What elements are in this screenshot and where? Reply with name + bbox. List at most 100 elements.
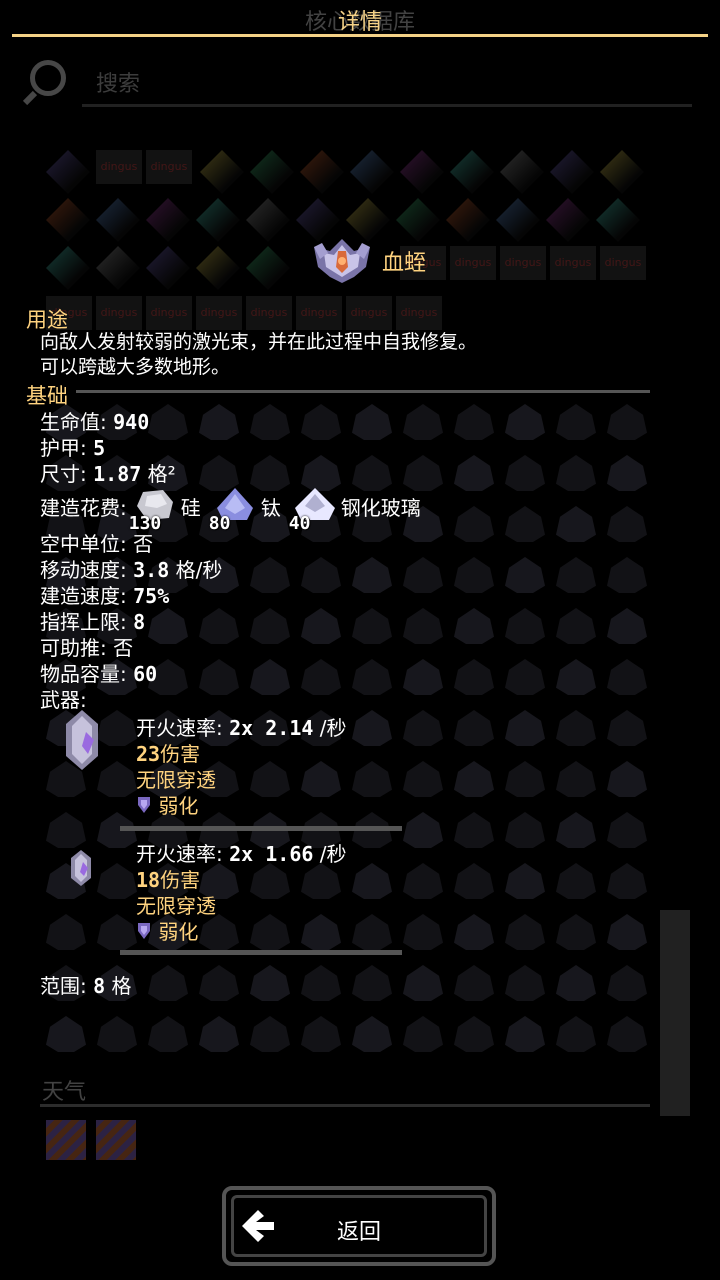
background-unit-icon	[505, 863, 545, 899]
plastanium-label: 钢化玻璃	[340, 495, 421, 520]
stat-range-label: 范围:	[40, 974, 87, 998]
build-cost-label: 建造花费:	[40, 495, 127, 520]
stat-capacity: 物品容量: 60	[40, 658, 157, 687]
weather-divider	[40, 1104, 650, 1107]
stat-build-speed: 建造速度: 75%	[40, 580, 169, 609]
silicon-label: 硅	[180, 495, 201, 520]
background-unit-icon	[148, 404, 188, 440]
stat-health-label: 生命值:	[40, 410, 107, 434]
background-unit-icon	[403, 914, 443, 950]
back-button[interactable]: 返回	[222, 1186, 496, 1266]
stat-health: 生命值: 940	[40, 406, 149, 435]
background-unit-icon	[556, 1016, 596, 1052]
weapon-2-damage-label: 伤害	[160, 868, 201, 892]
background-unit-icon	[556, 965, 596, 1001]
background-unit-icon	[556, 710, 596, 746]
stat-size-value: 1.87	[93, 462, 142, 486]
background-unit-icon	[403, 608, 443, 644]
background-unit-icon	[607, 914, 647, 950]
usage-line-2: 可以跨越大多数地形。	[40, 356, 231, 378]
missing-texture-tile: dingus	[550, 246, 596, 280]
background-unit-icon	[454, 914, 494, 950]
weapon-2-pierce: 无限穿透	[136, 894, 216, 918]
weapon-2-firerate: 开火速率: 2x 1.66 /秒	[136, 838, 347, 867]
usage-description: 向敌人发射较弱的激光束，并在此过程中自我修复。 可以跨越大多数地形。	[40, 330, 477, 380]
background-unit-icon	[199, 659, 239, 695]
stat-armor-value: 5	[93, 436, 106, 460]
background-unit-icon	[505, 1016, 545, 1052]
background-unit-icon	[607, 659, 647, 695]
background-block-icon	[596, 198, 640, 242]
weapon-1-damage: 23伤害	[136, 738, 200, 767]
stat-speed-label: 移动速度:	[40, 558, 127, 582]
weapon-1-effect-label: 弱化	[158, 794, 199, 818]
background-unit-icon	[505, 914, 545, 950]
background-unit-icon	[352, 914, 392, 950]
search-underline	[82, 104, 692, 107]
background-unit-icon	[607, 608, 647, 644]
stat-armor-label: 护甲:	[40, 436, 87, 460]
background-block-icon	[46, 246, 90, 290]
stat-build-speed-label: 建造速度:	[40, 584, 127, 608]
background-block-icon	[550, 150, 594, 194]
build-cost-row: 建造花费: 130 硅 80 钛 40 钢化玻璃	[40, 484, 427, 534]
weapon-1-damage-label: 伤害	[160, 742, 201, 766]
weapon-2-firerate-value: 2x 1.66	[229, 842, 314, 866]
background-unit-icon	[505, 812, 545, 848]
background-unit-icon	[250, 404, 290, 440]
background-block-icon	[146, 198, 190, 242]
background-unit-icon	[97, 1016, 137, 1052]
background-unit-icon	[403, 965, 443, 1001]
weapon-2-effect-label: 弱化	[158, 920, 199, 944]
background-unit-icon	[301, 608, 341, 644]
titanium-amount: 80	[208, 513, 231, 534]
stat-speed-value: 3.8	[133, 558, 170, 582]
background-unit-icon	[403, 659, 443, 695]
search-icon	[30, 60, 66, 96]
background-unit-icon	[148, 1016, 188, 1052]
background-unit-icon	[352, 965, 392, 1001]
plastanium-amount: 40	[288, 513, 311, 534]
background-block-icon	[450, 150, 494, 194]
stat-armor: 护甲: 5	[40, 432, 105, 461]
background-unit-icon	[556, 914, 596, 950]
background-unit-icon	[454, 659, 494, 695]
weapon-1-divider	[120, 826, 402, 831]
background-unit-icon	[301, 914, 341, 950]
back-button-label: 返回	[336, 1220, 381, 1245]
background-unit-icon	[301, 404, 341, 440]
background-unit-icon	[403, 557, 443, 593]
background-unit-icon	[352, 1016, 392, 1052]
stat-boost-value: 否	[113, 636, 134, 660]
background-unit-icon	[556, 506, 596, 542]
background-unit-icon	[148, 965, 188, 1001]
stat-size-label: 尺寸:	[40, 462, 87, 486]
background-block-icon	[500, 150, 544, 194]
stat-range-unit: 格	[111, 974, 132, 998]
weather-category-label: 天气	[42, 1080, 87, 1105]
background-unit-icon	[403, 863, 443, 899]
background-unit-icon	[352, 863, 392, 899]
weapon-2-damage: 18伤害	[136, 864, 200, 893]
weakened-status-icon	[138, 797, 150, 813]
background-block-icon	[46, 150, 90, 194]
dialog-title: 详情	[337, 10, 382, 35]
background-unit-icon	[505, 404, 545, 440]
missing-texture-tile: dingus	[396, 296, 442, 330]
background-unit-icon	[607, 812, 647, 848]
weather-icon	[96, 1120, 136, 1160]
background-unit-icon	[250, 659, 290, 695]
weapon-2-effect: 弱化	[136, 916, 198, 945]
stat-air-value: 否	[133, 532, 154, 556]
stat-build-speed-value: 75%	[133, 584, 170, 608]
background-unit-icon	[454, 965, 494, 1001]
missing-texture-tile: dingus	[146, 150, 192, 184]
silicon-item-icon: 130	[129, 486, 177, 534]
background-unit-icon	[403, 404, 443, 440]
background-unit-icon	[403, 761, 443, 797]
background-unit-icon	[352, 557, 392, 593]
background-unit-icon	[148, 608, 188, 644]
background-unit-icon	[607, 1016, 647, 1052]
background-unit-icon	[607, 965, 647, 1001]
weapon-1-firerate-value: 2x 2.14	[229, 716, 314, 740]
